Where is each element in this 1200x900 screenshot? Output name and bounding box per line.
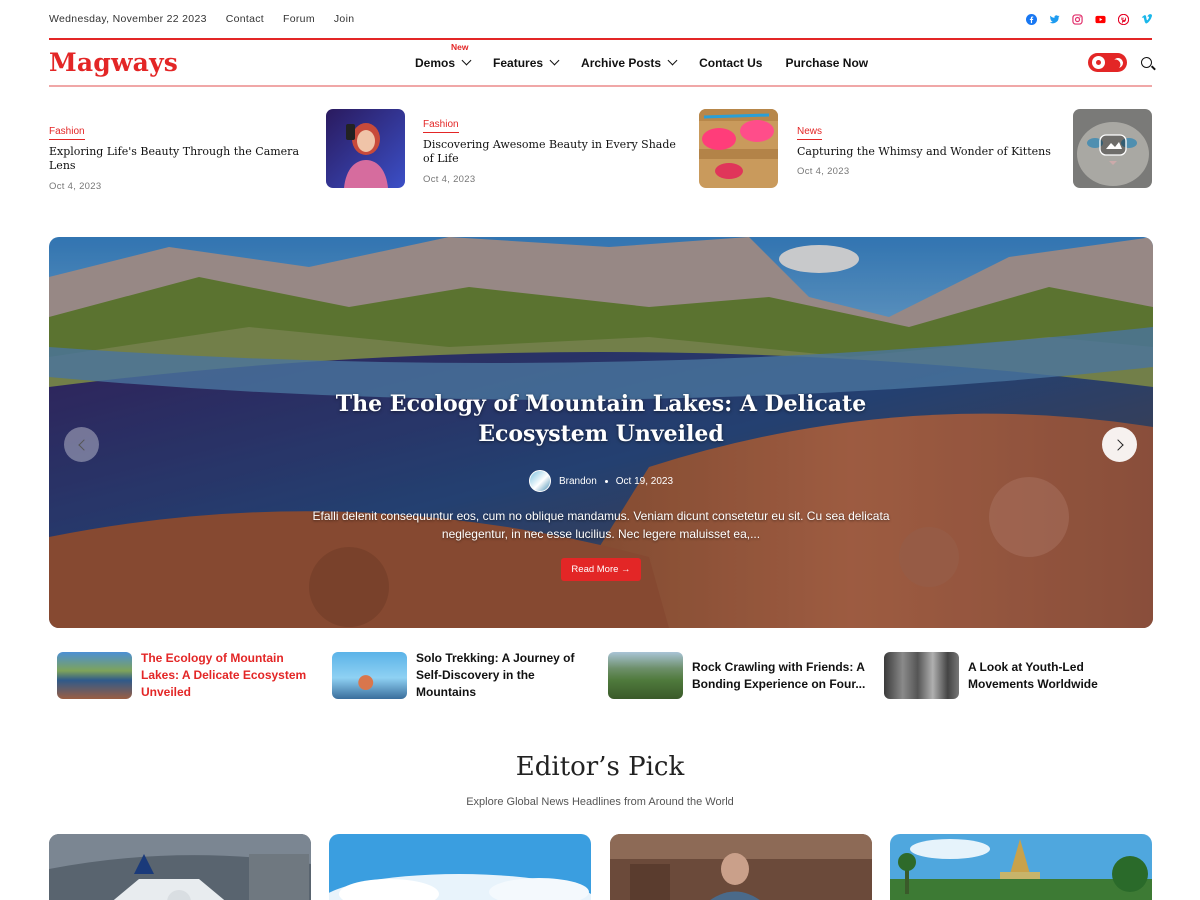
slider-thumb[interactable]: A Look at Youth-Led Movements Worldwide [884,652,1143,699]
nav-label-archive-posts: Archive Posts [581,55,662,70]
nav-label-demos: Demos [415,55,456,70]
chevron-down-icon [549,55,560,66]
post-thumbnail[interactable] [699,109,778,188]
editor-card[interactable] [890,834,1152,900]
slider-thumb[interactable]: The Ecology of Mountain Lakes: A Delicat… [57,651,316,699]
editor-card[interactable] [49,834,311,900]
card-image [49,834,311,900]
card-image [890,834,1152,900]
card-image [329,834,591,900]
top-bar-left: Wednesday, November 22 2023 Contact Foru… [49,13,354,25]
thumb-image [608,652,683,699]
hero-title[interactable]: The Ecology of Mountain Lakes: A Delicat… [49,390,1153,449]
thumb-image [57,652,132,699]
post-title[interactable]: Discovering Awesome Beauty in Every Shad… [423,138,678,167]
trending-post[interactable]: Fashion Exploring Life's Beauty Through … [49,121,309,200]
moon-icon [1111,56,1125,70]
main-nav: New Demos Features Archive Posts Contact… [415,40,868,85]
social-links [1026,13,1152,25]
post-thumbnail[interactable] [326,109,405,188]
trending-posts: Fashion Exploring Life's Beauty Through … [49,109,1152,192]
hero-meta: Brandon Oct 19, 2023 [49,470,1153,492]
card-image [610,834,872,900]
header-actions [1088,53,1152,72]
thumb-title: Solo Trekking: A Journey of Self-Discove… [416,651,575,699]
topbar-link-join[interactable]: Join [334,13,354,25]
vimeo-icon[interactable] [1141,13,1152,25]
chevron-left-icon [77,438,90,451]
thumb-image [332,652,407,699]
chevron-right-icon [1111,438,1124,451]
thumb-title: Rock Crawling with Friends: A Bonding Ex… [692,659,866,691]
nav-label-features: Features [493,55,544,70]
slider-thumbnails: The Ecology of Mountain Lakes: A Delicat… [57,651,1152,699]
editors-pick-cards [49,834,1153,900]
new-badge: New [451,41,469,52]
trending-post[interactable]: News Capturing the Whimsy and Wonder of … [797,121,1057,200]
editor-card[interactable] [610,834,872,900]
twitter-icon[interactable] [1049,14,1060,25]
search-icon[interactable] [1141,57,1152,68]
slider-next-button[interactable] [1102,427,1137,462]
read-more-button[interactable]: Read More → [561,558,641,581]
post-category[interactable]: Fashion [423,119,459,133]
nav-item-archive-posts[interactable]: Archive Posts [581,55,678,70]
current-date: Wednesday, November 22 2023 [49,13,207,25]
chevron-down-icon [667,55,678,66]
nav-item-demos[interactable]: New Demos [415,42,472,70]
author-name[interactable]: Brandon [559,476,597,487]
facebook-icon[interactable] [1026,13,1037,25]
nav-label-purchase-now: Purchase Now [785,55,869,70]
site-logo[interactable]: Magways [49,48,178,77]
nav-item-contact-us[interactable]: Contact Us [699,56,762,70]
post-title[interactable]: Exploring Life's Beauty Through the Came… [49,145,309,174]
section-subtitle: Explore Global News Headlines from Aroun… [466,796,734,808]
topbar-link-contact[interactable]: Contact [226,13,264,25]
section-title: Editor’s Pick [515,752,685,782]
post-thumbnail[interactable] [1073,109,1152,188]
site-header: Magways New Demos Features Archive Posts… [49,38,1152,87]
sun-icon [1092,56,1105,69]
youtube-icon[interactable] [1095,14,1106,25]
pinterest-icon[interactable] [1118,13,1129,25]
instagram-icon[interactable] [1072,13,1083,25]
post-date: Oct 4, 2023 [797,166,850,178]
topbar-link-forum[interactable]: Forum [283,13,315,25]
nav-item-purchase-now[interactable]: Purchase Now [785,56,868,70]
nav-label-contact-us: Contact Us [699,55,763,70]
author-avatar [528,470,551,492]
post-date: Oct 19, 2023 [615,475,674,487]
thumb-title: The Ecology of Mountain Lakes: A Delicat… [141,651,307,699]
slider-prev-button[interactable] [64,427,99,462]
slider-thumb[interactable]: Rock Crawling with Friends: A Bonding Ex… [608,652,867,699]
hero-slider[interactable]: The Ecology of Mountain Lakes: A Delicat… [49,237,1153,628]
editor-card[interactable] [329,834,591,900]
separator-dot [604,479,608,483]
post-date: Oct 4, 2023 [423,173,476,185]
hero-excerpt: Efalli delenit consequuntur eos, cum no … [312,509,890,541]
post-date: Oct 4, 2023 [49,180,102,192]
top-bar: Wednesday, November 22 2023 Contact Foru… [49,0,1152,38]
post-category[interactable]: Fashion [49,126,85,140]
post-category[interactable]: News [797,126,823,140]
post-title[interactable]: Capturing the Whimsy and Wonder of Kitte… [797,145,1057,159]
thumb-image [884,652,959,699]
thumb-title: A Look at Youth-Led Movements Worldwide [968,659,1098,691]
nav-item-features[interactable]: Features [493,55,560,70]
chevron-down-icon [461,55,472,66]
slider-thumb[interactable]: Solo Trekking: A Journey of Self-Discove… [332,651,591,699]
dark-mode-toggle[interactable] [1088,53,1127,72]
trending-post[interactable]: Fashion Discovering Awesome Beauty in Ev… [423,114,678,193]
